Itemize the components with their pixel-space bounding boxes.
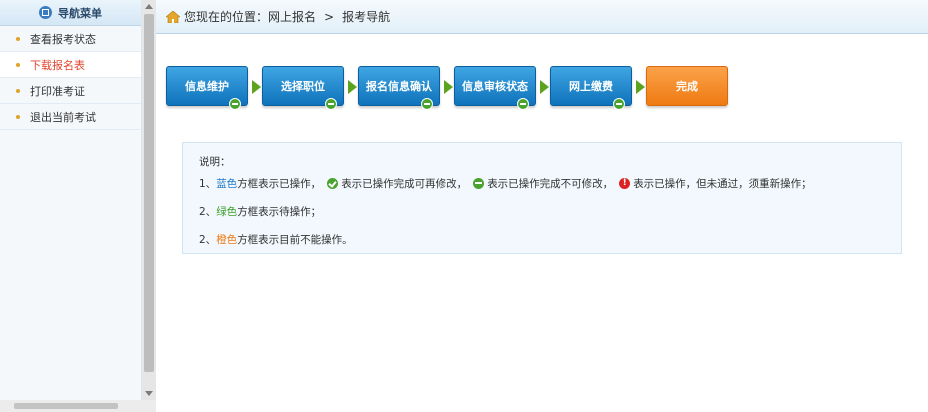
note-text: 表示已操作完成不可修改， bbox=[487, 177, 614, 190]
done-locked-icon bbox=[517, 98, 529, 110]
note-text: 方框表示目前不能操作。 bbox=[237, 233, 353, 246]
done-locked-icon bbox=[229, 98, 241, 110]
nav-menu-title: 导航菜单 bbox=[58, 6, 102, 20]
sidebar-item-label: 查看报考状态 bbox=[30, 32, 96, 46]
note-title-line: 说明： bbox=[199, 153, 885, 169]
minus-circle-icon bbox=[473, 177, 485, 189]
note-text: 表示已操作，但未通过，须重新操作； bbox=[633, 177, 812, 190]
arrow-right-icon bbox=[540, 80, 549, 94]
progress-steps: 信息维护 选择职位 报名信息确认 信息审核状态 网上缴费 完成 bbox=[166, 66, 746, 110]
sidebar-item-exit-exam[interactable]: 退出当前考试 bbox=[0, 104, 141, 130]
step-online-payment[interactable]: 网上缴费 bbox=[550, 66, 632, 110]
step-select-position[interactable]: 选择职位 bbox=[262, 66, 344, 110]
step-review-status[interactable]: 信息审核状态 bbox=[454, 66, 536, 110]
menu-icon bbox=[39, 6, 52, 19]
step-label: 选择职位 bbox=[281, 80, 325, 93]
nav-menu: 导航菜单 查看报考状态 下载报名表 打印准考证 退出当前考试 bbox=[0, 0, 142, 400]
sidebar-item-print-admission[interactable]: 打印准考证 bbox=[0, 78, 141, 104]
note-text: 方框表示已操作， bbox=[237, 177, 322, 190]
note-number: 2、 bbox=[199, 233, 217, 246]
legend-note: 说明： 1、 蓝色 方框表示已操作， 表示已操作完成可再修改， 表示已操作完成不… bbox=[182, 142, 902, 254]
scroll-down-icon[interactable] bbox=[145, 391, 153, 396]
error-icon: ! bbox=[619, 177, 631, 189]
sidebar-item-label: 打印准考证 bbox=[30, 84, 85, 98]
note-line-2: 2、 绿色 方框表示待操作； bbox=[199, 197, 885, 225]
note-orange-word: 橙色 bbox=[216, 233, 238, 246]
bullet-icon bbox=[16, 63, 20, 67]
breadcrumb-separator: > bbox=[324, 9, 335, 24]
step-label: 信息维护 bbox=[185, 80, 229, 93]
bullet-icon bbox=[16, 37, 20, 41]
step-label: 完成 bbox=[676, 80, 698, 93]
step-confirm-info[interactable]: 报名信息确认 bbox=[358, 66, 440, 110]
home-icon bbox=[166, 10, 180, 23]
breadcrumb: 您现在的位置：网上报名 > 报考导航 bbox=[156, 0, 928, 34]
done-locked-icon bbox=[325, 98, 337, 110]
step-label: 信息审核状态 bbox=[462, 80, 528, 93]
breadcrumb-current: 报考导航 bbox=[342, 10, 391, 24]
sidebar-item-download-form[interactable]: 下载报名表 bbox=[0, 52, 141, 78]
step-label: 网上缴费 bbox=[569, 80, 613, 93]
check-icon bbox=[327, 177, 339, 189]
scrollbar-thumb[interactable] bbox=[14, 403, 118, 409]
done-locked-icon bbox=[613, 98, 625, 110]
sidebar-item-check-status[interactable]: 查看报考状态 bbox=[0, 26, 141, 52]
arrow-right-icon bbox=[252, 80, 261, 94]
note-number: 1、 bbox=[199, 177, 217, 190]
note-blue-word: 蓝色 bbox=[216, 177, 238, 190]
arrow-right-icon bbox=[444, 80, 453, 94]
scroll-up-icon[interactable] bbox=[145, 4, 153, 9]
nav-menu-header: 导航菜单 bbox=[0, 0, 141, 26]
horizontal-scrollbar[interactable] bbox=[0, 400, 156, 412]
vertical-scrollbar[interactable] bbox=[142, 0, 156, 400]
note-text: 表示已操作完成可再修改， bbox=[341, 177, 468, 190]
sidebar: 导航菜单 查看报考状态 下载报名表 打印准考证 退出当前考试 bbox=[0, 0, 156, 412]
note-number: 2、 bbox=[199, 205, 217, 218]
bullet-icon bbox=[16, 115, 20, 119]
note-text: 方框表示待操作； bbox=[237, 205, 322, 218]
sidebar-item-label: 退出当前考试 bbox=[30, 110, 96, 124]
breadcrumb-prefix: 您现在的位置：网上报名 bbox=[184, 10, 317, 24]
sidebar-item-label: 下载报名表 bbox=[30, 58, 85, 72]
main-content: 您现在的位置：网上报名 > 报考导航 信息维护 选择职位 报名信息确认 信息审核… bbox=[156, 0, 928, 412]
scrollbar-thumb[interactable] bbox=[144, 14, 154, 372]
bullet-icon bbox=[16, 89, 20, 93]
step-complete: 完成 bbox=[646, 66, 728, 106]
note-green-word: 绿色 bbox=[216, 205, 238, 218]
step-info-maintain[interactable]: 信息维护 bbox=[166, 66, 248, 110]
arrow-right-icon bbox=[348, 80, 357, 94]
step-label: 报名信息确认 bbox=[366, 80, 432, 93]
arrow-right-icon bbox=[636, 80, 645, 94]
note-title: 说明： bbox=[199, 155, 231, 168]
done-locked-icon bbox=[421, 98, 433, 110]
note-line-3: 2、 橙色 方框表示目前不能操作。 bbox=[199, 225, 885, 253]
note-line-1: 1、 蓝色 方框表示已操作， 表示已操作完成可再修改， 表示已操作完成不可修改，… bbox=[199, 169, 885, 197]
